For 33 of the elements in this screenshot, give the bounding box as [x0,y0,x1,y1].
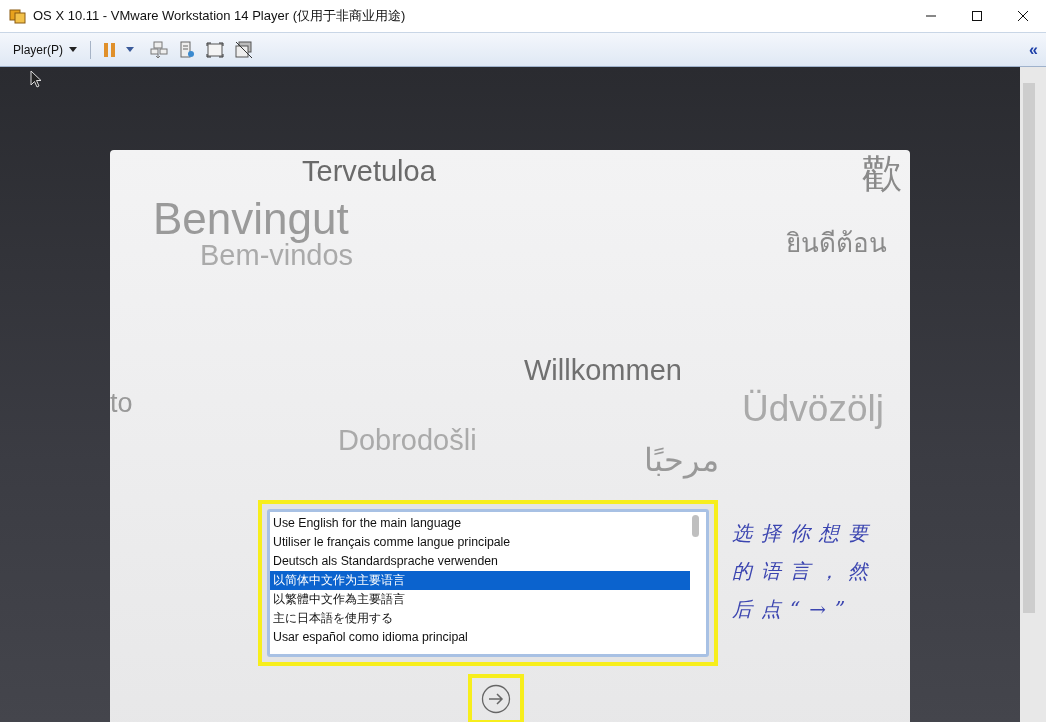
language-option[interactable]: 主に日本語を使用する [270,609,690,628]
window-title: OS X 10.11 - VMware Workstation 14 Player (仅用于非商业用途) [33,7,406,25]
caret-icon [69,47,77,52]
app-icon [9,7,27,25]
caret-icon[interactable] [126,46,134,53]
computer-icon[interactable] [150,40,168,59]
greeting-text: Dobrodošli [338,424,477,458]
close-icon[interactable] [1017,10,1029,22]
scrollbar-thumb[interactable] [1023,83,1035,613]
scrollbar-thumb[interactable] [692,515,699,537]
greeting-text: 歡 [862,150,902,196]
greeting-text: Benvingut [153,194,349,243]
greeting-text: Üdvözölj [742,388,884,431]
language-option[interactable]: 以简体中文作为主要语言 [270,571,690,590]
collapse-button[interactable]: « [1027,40,1040,59]
annotation-text: 选择你想要的语言，然后点“→” [732,520,878,623]
language-option[interactable]: Deutsch als Standardsprache verwenden [270,552,690,571]
language-option[interactable]: Usar español como idioma principal [270,628,690,647]
language-option[interactable]: 以繁體中文作為主要語言 [270,590,690,609]
greeting-text: Willkommen [524,354,682,388]
maximize-icon[interactable] [971,10,983,22]
language-option[interactable]: Utiliser le français comme langue principale [270,533,690,552]
language-option[interactable]: Use English for the main language [270,514,690,533]
fullscreen-icon[interactable] [206,41,224,58]
player-menu[interactable]: Player(P) [8,40,82,59]
window-crossed-icon[interactable] [235,40,253,59]
greeting-text: Tervetuloa [302,155,436,189]
greeting-text: to [110,388,133,420]
greeting-text: مرحبًا [644,442,719,479]
device-icon[interactable] [179,40,195,59]
mouse-cursor-icon [30,70,42,88]
greeting-text: ยินดีต้อน [786,229,887,259]
language-list[interactable]: Use English for the main language Utiliser le français comme langue principale Deutsch als Standardsprache verwenden 以简体中文作为主要语言 以繁體中文作為主要語言 主に日本語を使用する Usar español como idioma principal [267,509,709,657]
